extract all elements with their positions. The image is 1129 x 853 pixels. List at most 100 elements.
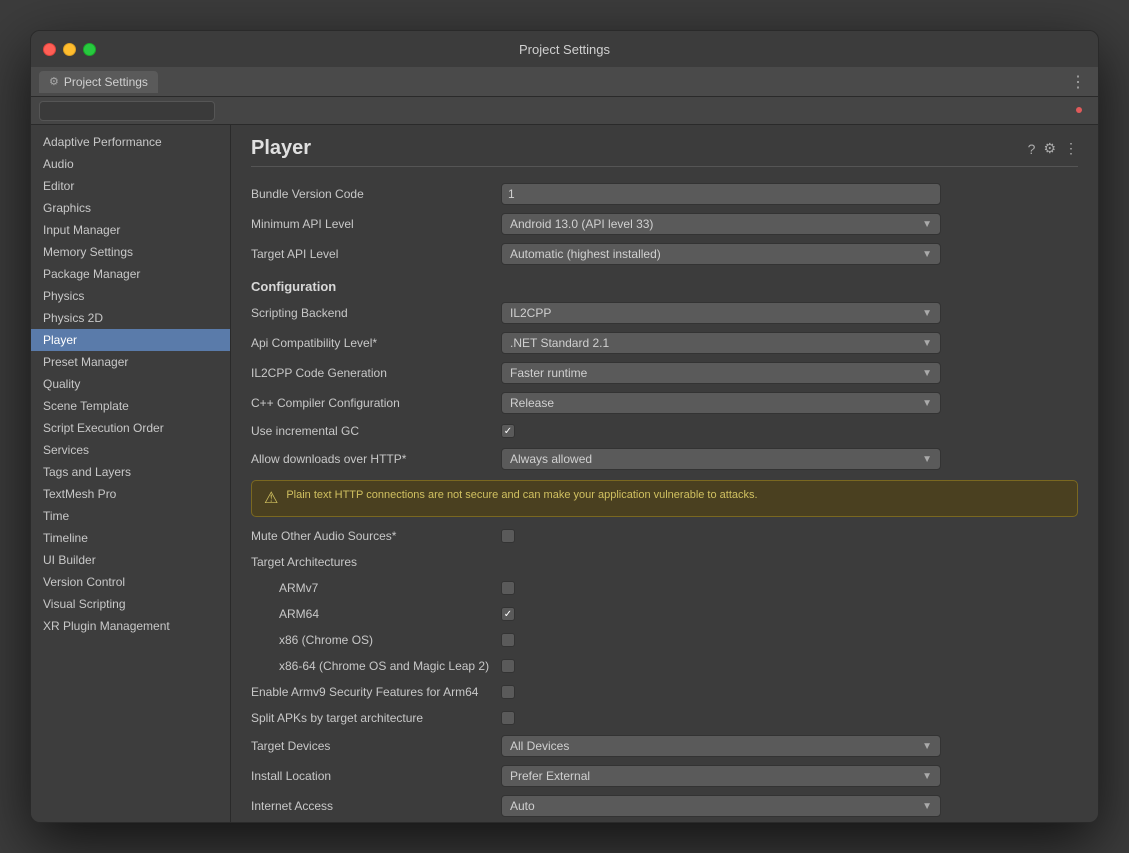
bundle-version-code-input[interactable]: [501, 183, 941, 205]
sidebar-item[interactable]: Tags and Layers: [31, 461, 230, 483]
mute-audio-checkbox[interactable]: [501, 529, 515, 543]
sidebar-item[interactable]: Timeline: [31, 527, 230, 549]
minimize-button[interactable]: [63, 43, 76, 56]
mute-audio-label: Mute Other Audio Sources*: [251, 529, 501, 543]
sidebar-item[interactable]: Physics 2D: [31, 307, 230, 329]
sidebar-item[interactable]: Script Execution Order: [31, 417, 230, 439]
target-api-level-label: Target API Level: [251, 247, 501, 261]
scripting-backend-dropdown[interactable]: IL2CPP ▼: [501, 302, 941, 324]
il2cpp-code-gen-value: Faster runtime: [510, 366, 587, 380]
chevron-down-icon-8: ▼: [922, 741, 932, 752]
title-bar: Project Settings: [31, 31, 1098, 67]
enable-armv9-checkbox[interactable]: [501, 685, 515, 699]
api-compatibility-value: .NET Standard 2.1: [510, 336, 609, 350]
armv7-label: ARMv7: [251, 581, 501, 595]
sidebar-item[interactable]: Graphics: [31, 197, 230, 219]
sidebar-item[interactable]: Quality: [31, 373, 230, 395]
gear-icon: ⚙: [49, 75, 59, 88]
sidebar-item[interactable]: Editor: [31, 175, 230, 197]
target-devices-dropdown[interactable]: All Devices ▼: [501, 735, 941, 757]
chevron-down-icon: ▼: [922, 219, 932, 230]
chevron-down-icon-2: ▼: [922, 249, 932, 260]
use-incremental-gc-checkbox[interactable]: [501, 424, 515, 438]
split-apks-row: Split APKs by target architecture: [251, 705, 1078, 731]
allow-downloads-label: Allow downloads over HTTP*: [251, 452, 501, 466]
sidebar-item[interactable]: XR Plugin Management: [31, 615, 230, 637]
sidebar-item[interactable]: TextMesh Pro: [31, 483, 230, 505]
toolbar-menu-button[interactable]: ⋮: [1066, 72, 1090, 92]
target-devices-row: Target Devices All Devices ▼: [251, 731, 1078, 761]
target-api-level-dropdown[interactable]: Automatic (highest installed) ▼: [501, 243, 941, 265]
use-incremental-gc-row: Use incremental GC: [251, 418, 1078, 444]
sidebar-item[interactable]: Visual Scripting: [31, 593, 230, 615]
use-incremental-gc-checkbox-wrap: [501, 424, 515, 438]
allow-downloads-value: Always allowed: [510, 452, 592, 466]
sidebar-item[interactable]: UI Builder: [31, 549, 230, 571]
mute-audio-checkbox-wrap: [501, 529, 515, 543]
x86-checkbox-wrap: [501, 633, 515, 647]
sidebar-item[interactable]: Player: [31, 329, 230, 351]
internet-access-dropdown[interactable]: Auto ▼: [501, 795, 941, 817]
il2cpp-code-gen-label: IL2CPP Code Generation: [251, 366, 501, 380]
target-api-level-value: Automatic (highest installed): [510, 247, 661, 261]
maximize-button[interactable]: [83, 43, 96, 56]
search-wrapper: 🔍: [39, 101, 1090, 121]
chevron-down-icon-6: ▼: [922, 398, 932, 409]
configuration-section-header: Configuration: [251, 269, 1078, 298]
chevron-down-icon-7: ▼: [922, 454, 932, 465]
chevron-down-icon-3: ▼: [922, 308, 932, 319]
allow-downloads-dropdown[interactable]: Always allowed ▼: [501, 448, 941, 470]
arm64-checkbox-wrap: [501, 607, 515, 621]
minimum-api-level-label: Minimum API Level: [251, 217, 501, 231]
api-compatibility-label: Api Compatibility Level*: [251, 336, 501, 350]
install-location-row: Install Location Prefer External ▼: [251, 761, 1078, 791]
header-icons: ? ⚙ ⋮: [1028, 140, 1078, 157]
sidebar-item[interactable]: Services: [31, 439, 230, 461]
x86-64-checkbox[interactable]: [501, 659, 515, 673]
sidebar-item[interactable]: Memory Settings: [31, 241, 230, 263]
sidebar-item[interactable]: Audio: [31, 153, 230, 175]
api-compatibility-dropdown[interactable]: .NET Standard 2.1 ▼: [501, 332, 941, 354]
target-devices-value: All Devices: [510, 739, 569, 753]
internet-access-row: Internet Access Auto ▼: [251, 791, 1078, 821]
allow-downloads-row: Allow downloads over HTTP* Always allowe…: [251, 444, 1078, 474]
sidebar-item[interactable]: Time: [31, 505, 230, 527]
sidebar-item[interactable]: Version Control: [31, 571, 230, 593]
install-location-label: Install Location: [251, 769, 501, 783]
armv7-checkbox[interactable]: [501, 581, 515, 595]
close-button[interactable]: [43, 43, 56, 56]
minimum-api-level-dropdown[interactable]: Android 13.0 (API level 33) ▼: [501, 213, 941, 235]
split-apks-checkbox[interactable]: [501, 711, 515, 725]
window-title: Project Settings: [519, 42, 610, 57]
arm64-checkbox[interactable]: [501, 607, 515, 621]
search-input[interactable]: [39, 101, 215, 121]
toolbar: ⚙ Project Settings ⋮: [31, 67, 1098, 97]
chevron-down-icon-10: ▼: [922, 801, 932, 812]
sidebar-item[interactable]: Package Manager: [31, 263, 230, 285]
settings-icon[interactable]: ⚙: [1043, 140, 1056, 157]
internet-access-label: Internet Access: [251, 799, 501, 813]
x86-64-row: x86-64 (Chrome OS and Magic Leap 2): [251, 653, 1078, 679]
warning-text: Plain text HTTP connections are not secu…: [286, 489, 757, 501]
target-architectures-row: Target Architectures: [251, 549, 1078, 575]
cpp-compiler-dropdown[interactable]: Release ▼: [501, 392, 941, 414]
sidebar-item[interactable]: Scene Template: [31, 395, 230, 417]
use-incremental-gc-label: Use incremental GC: [251, 424, 501, 438]
x86-checkbox[interactable]: [501, 633, 515, 647]
sidebar-item[interactable]: Physics: [31, 285, 230, 307]
install-location-dropdown[interactable]: Prefer External ▼: [501, 765, 941, 787]
traffic-lights: [43, 43, 96, 56]
help-icon[interactable]: ?: [1028, 141, 1036, 157]
enable-armv9-checkbox-wrap: [501, 685, 515, 699]
armv7-checkbox-wrap: [501, 581, 515, 595]
il2cpp-code-gen-dropdown[interactable]: Faster runtime ▼: [501, 362, 941, 384]
arm64-row: ARM64: [251, 601, 1078, 627]
scripting-backend-row: Scripting Backend IL2CPP ▼: [251, 298, 1078, 328]
arm64-label: ARM64: [251, 607, 501, 621]
sidebar-item[interactable]: Preset Manager: [31, 351, 230, 373]
sidebar-item[interactable]: Adaptive Performance: [31, 131, 230, 153]
project-settings-tab[interactable]: ⚙ Project Settings: [39, 71, 158, 93]
warning-icon: ⚠: [264, 488, 278, 508]
sidebar-item[interactable]: Input Manager: [31, 219, 230, 241]
more-icon[interactable]: ⋮: [1064, 140, 1078, 157]
